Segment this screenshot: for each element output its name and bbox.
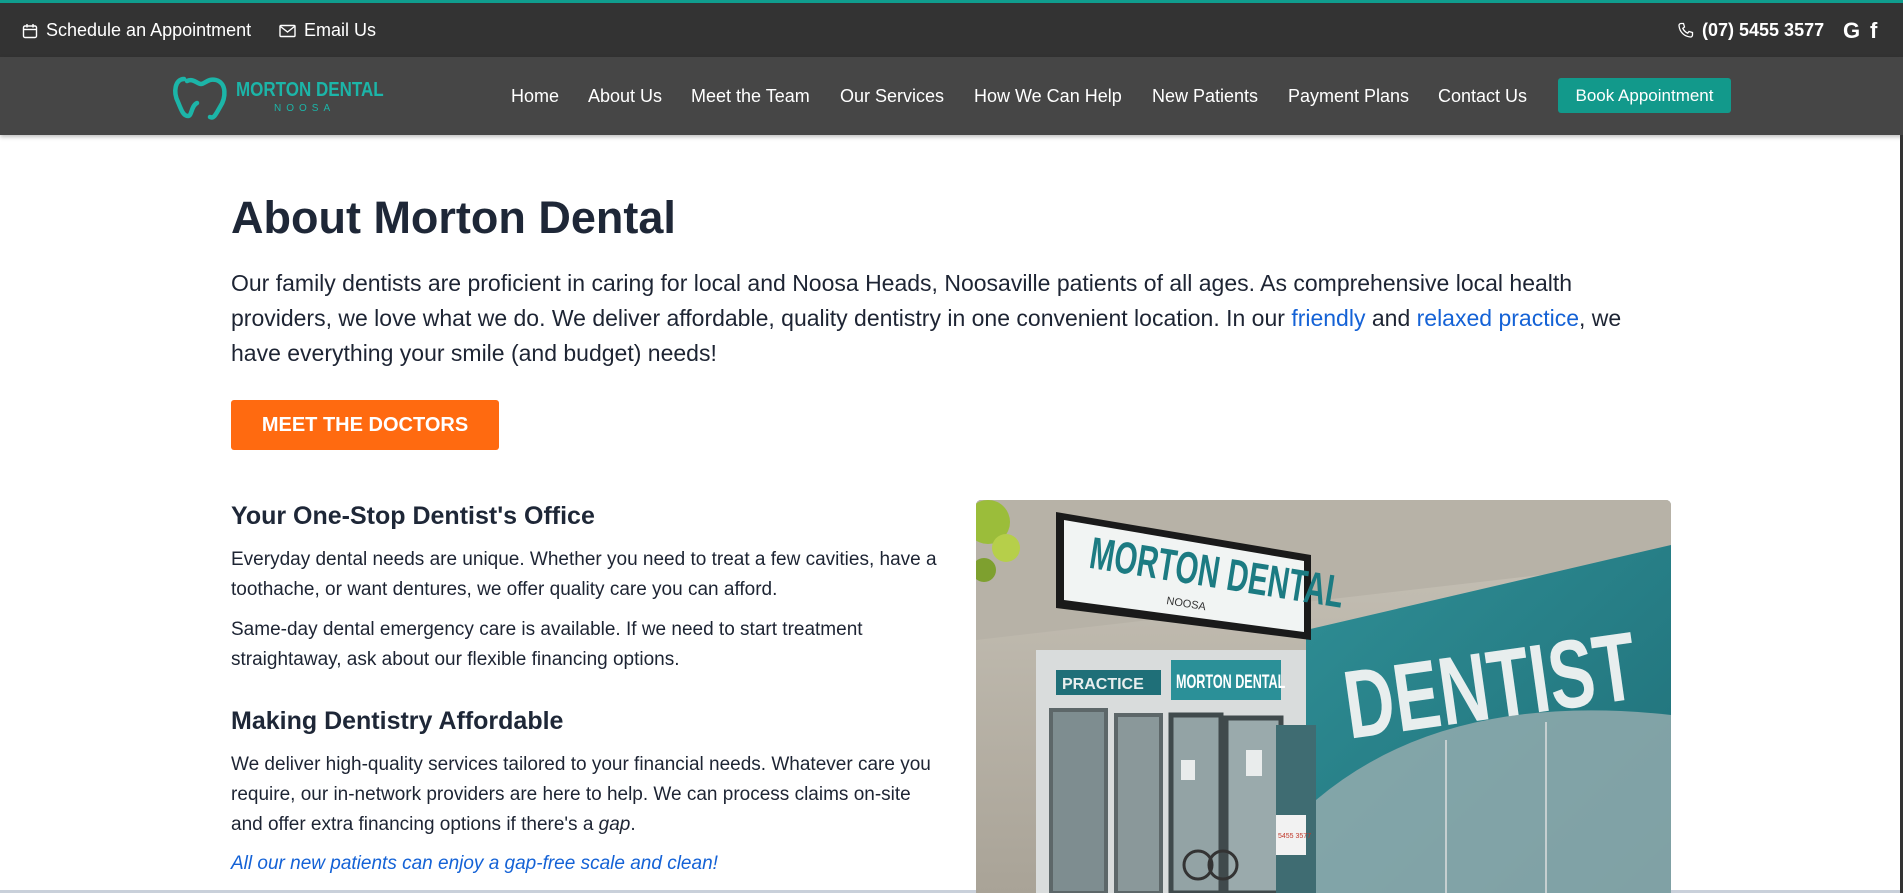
google-icon[interactable]: G xyxy=(1843,18,1860,44)
facebook-icon[interactable]: f xyxy=(1870,18,1877,44)
morton-dental-logo[interactable]: MORTON DENTAL NOOSA xyxy=(170,70,384,122)
nav-item-how-we-can-help[interactable]: How We Can Help xyxy=(974,86,1122,107)
email-us-link[interactable]: Email Us xyxy=(279,20,376,41)
relaxed-practice-link[interactable]: relaxed practice xyxy=(1417,305,1579,331)
section-heading-affordable: Making Dentistry Affordable xyxy=(231,707,564,735)
calendar-icon xyxy=(22,23,38,39)
schedule-appointment-label: Schedule an Appointment xyxy=(46,20,252,40)
logo-name: MORTON DENTAL xyxy=(236,79,384,101)
nav-item-about-us[interactable]: About Us xyxy=(588,86,662,107)
nav-item-new-patients[interactable]: New Patients xyxy=(1152,86,1258,107)
schedule-appointment-link[interactable]: Schedule an Appointment xyxy=(22,20,251,41)
storefront-illustration: MORTON DENTAL NOOSA DENTIST MORTON DENTA… xyxy=(976,500,1671,893)
affordable-text: We deliver high-quality services tailore… xyxy=(231,754,931,835)
page-title: About Morton Dental xyxy=(231,192,676,243)
affordable-text-end: . xyxy=(630,814,636,835)
meet-the-doctors-button[interactable]: MEET THE DOCTORS xyxy=(231,400,499,450)
intro-paragraph: Our family dentists are proficient in ca… xyxy=(231,266,1671,371)
section-heading-one-stop: Your One-Stop Dentist's Office xyxy=(231,502,595,530)
main-navigation: MORTON DENTAL NOOSA Home About Us Meet t… xyxy=(0,57,1903,135)
phone-link[interactable]: (07) 5455 3577 xyxy=(1677,20,1824,41)
one-stop-paragraph-2: Same-day dental emergency care is availa… xyxy=(231,619,863,670)
phone-icon xyxy=(1677,22,1694,39)
clinic-storefront-photo: MORTON DENTAL NOOSA DENTIST MORTON DENTA… xyxy=(976,500,1671,893)
gap-emphasis: gap xyxy=(598,814,631,835)
logo-subtitle: NOOSA xyxy=(274,103,336,114)
nav-item-our-services[interactable]: Our Services xyxy=(840,86,944,107)
nav-item-contact-us[interactable]: Contact Us xyxy=(1438,86,1527,107)
nav-item-home[interactable]: Home xyxy=(511,86,559,107)
small-sign-text: MORTON DENTAL xyxy=(1176,670,1285,693)
book-appointment-button[interactable]: Book Appointment xyxy=(1558,78,1731,113)
phone-number: (07) 5455 3577 xyxy=(1702,20,1825,40)
door-phone-text: 5455 3577 xyxy=(1278,833,1311,840)
top-utility-bar: Schedule an Appointment Email Us (07) 54… xyxy=(0,0,1903,57)
envelope-icon xyxy=(279,24,296,38)
email-us-label: Email Us xyxy=(304,20,377,40)
friendly-link[interactable]: friendly xyxy=(1291,305,1365,331)
side-sign-text: PRACTICE xyxy=(1062,676,1144,693)
nav-item-meet-the-team[interactable]: Meet the Team xyxy=(691,86,810,107)
intro-text-2: and xyxy=(1365,305,1417,331)
affordable-paragraph: We deliver high-quality services tailore… xyxy=(231,750,946,840)
new-patient-promo-link[interactable]: All our new patients can enjoy a gap-fre… xyxy=(231,853,718,875)
nav-item-payment-plans[interactable]: Payment Plans xyxy=(1288,86,1409,107)
one-stop-paragraph-1: Everyday dental needs are unique. Whethe… xyxy=(231,549,937,600)
tooth-logo-icon xyxy=(173,76,227,120)
